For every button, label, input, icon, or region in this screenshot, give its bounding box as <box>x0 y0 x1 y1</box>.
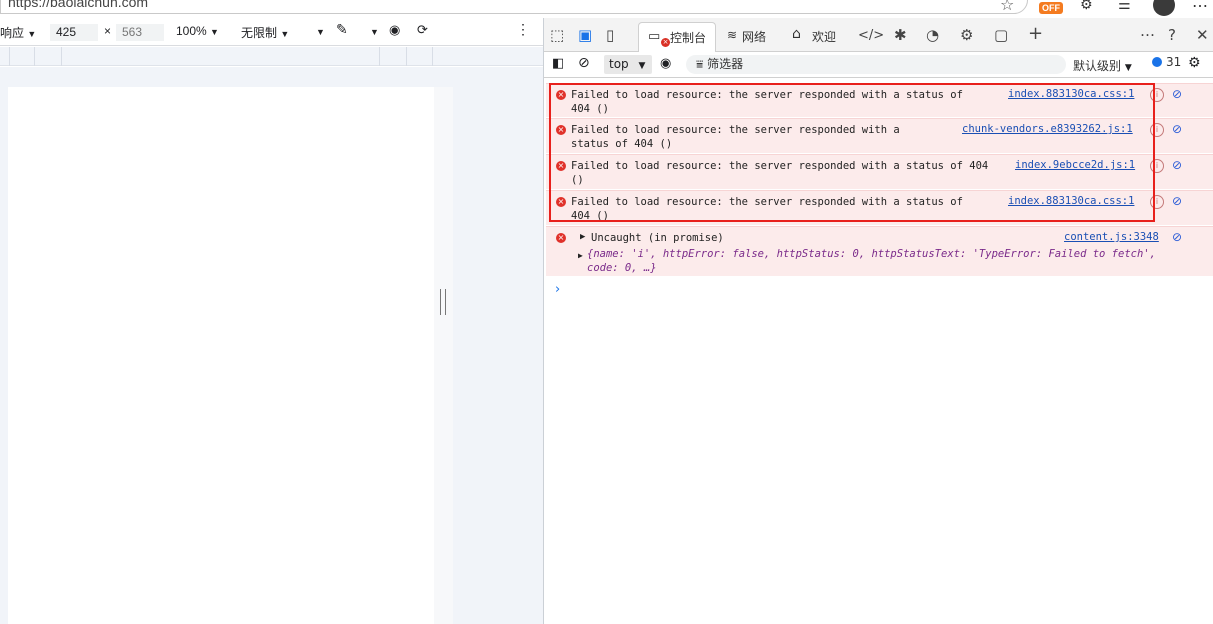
log-level-label: 默认级别 <box>1073 59 1122 73</box>
copilot-explain-icon[interactable]: ⊘ <box>1172 122 1182 136</box>
copilot-explain-icon[interactable]: ⊘ <box>1172 87 1182 101</box>
filter-input[interactable]: ⩸ 筛选器 <box>686 55 1066 74</box>
tab-console-label: 控制台 <box>670 31 707 45</box>
filter-placeholder: 筛选器 <box>707 57 744 71</box>
throttle-select[interactable]: 无限制 ▼ <box>241 24 289 41</box>
filter-icon: ⩸ <box>696 57 704 71</box>
console-toolbar: ◧ ⊘ top ▼ ◉ ⩸ 筛选器 默认级别 ▼ 31 ⚙ <box>544 52 1213 78</box>
width-input[interactable]: 425 <box>50 24 98 41</box>
context-select[interactable]: top ▼ <box>604 55 652 74</box>
copilot-explain-icon[interactable]: ⊘ <box>1172 194 1182 208</box>
chevron-down-icon: ▼ <box>1124 63 1132 73</box>
chevron-down-icon[interactable]: ▼ <box>370 24 379 38</box>
tab-welcome[interactable]: 欢迎 <box>812 28 836 45</box>
tab-network[interactable]: 网络 <box>742 28 766 45</box>
close-icon[interactable]: ✕ <box>1196 26 1209 44</box>
home-icon: ⌂ <box>792 26 801 42</box>
emulation-viewport <box>0 67 543 624</box>
application-icon[interactable]: ▢ <box>994 26 1008 44</box>
help-icon[interactable]: ? <box>1168 26 1176 44</box>
inspect-icon[interactable]: ⬚ <box>550 26 564 44</box>
error-badge-icon: × <box>661 38 670 47</box>
dock-icon[interactable]: ▯ <box>606 26 614 44</box>
resize-handle[interactable] <box>440 289 446 315</box>
console-uncaught-row[interactable]: × ▶ Uncaught (in promise) content.js:334… <box>546 226 1213 276</box>
chevron-down-icon: ▼ <box>27 29 37 39</box>
device-toolbar: 响应 ▼ 425 × 563 100% ▼ 无限制 ▼ ▼ ✎ ▼ ◉ ⟳ ⋮ <box>0 18 543 46</box>
performance-icon[interactable]: ◔ <box>926 26 939 44</box>
chevron-down-icon[interactable]: ▼ <box>316 24 325 38</box>
copilot-explain-icon[interactable]: ⊘ <box>1172 158 1182 172</box>
more-options-icon[interactable]: ⋮ <box>516 21 530 38</box>
chevron-down-icon: ▼ <box>210 27 219 37</box>
emulated-page <box>8 87 434 624</box>
height-input[interactable]: 563 <box>116 24 164 41</box>
star-icon[interactable]: ☆ <box>1000 0 1014 14</box>
eye-icon[interactable]: ◉ <box>389 22 400 38</box>
clear-console-icon[interactable]: ⊘ <box>578 55 590 71</box>
log-level-select[interactable]: 默认级别 ▼ <box>1073 57 1132 74</box>
emulation-ruler <box>0 47 543 66</box>
puzzle-icon[interactable]: ⚙ <box>1080 0 1093 13</box>
favorites-icon[interactable]: ☰ <box>1118 0 1131 13</box>
device-mode-select[interactable]: 响应 ▼ <box>0 24 36 41</box>
more-icon[interactable]: … <box>1192 0 1209 11</box>
error-object-line2: code: 0, …} <box>587 262 657 274</box>
address-strip: https://baolaichun.com ☆ OFF ⚙ ☰ … <box>0 0 1213 18</box>
highlight-box <box>549 83 1155 222</box>
console-icon: ▭ <box>648 29 661 44</box>
message-icon <box>1152 57 1162 67</box>
live-expression-icon[interactable]: ◉ <box>660 56 671 71</box>
times-sign: × <box>104 24 112 38</box>
add-tab-icon[interactable]: + <box>1028 23 1043 44</box>
error-object-line1: {name: 'i', httpError: false, httpStatus… <box>587 248 1156 260</box>
network-wifi-icon: ≋ <box>727 28 738 42</box>
message-count-value: 31 <box>1166 55 1182 69</box>
memory-icon[interactable]: ⚙ <box>960 26 973 44</box>
device-toggle-icon[interactable]: ▣ <box>578 26 592 44</box>
address-bar[interactable] <box>0 0 1028 14</box>
context-label: top <box>609 57 629 71</box>
zoom-label: 100% <box>176 24 207 38</box>
extension-off-badge[interactable]: OFF <box>1039 2 1063 14</box>
throttle-label: 无限制 <box>241 26 278 40</box>
settings-gear-icon[interactable]: ⚙ <box>1188 55 1201 71</box>
uncaught-label: Uncaught (in promise) <box>591 232 724 244</box>
sources-icon[interactable]: </> <box>858 28 884 43</box>
emulated-page-scrollbar[interactable] <box>434 87 453 624</box>
device-mode-label: 响应 <box>0 26 25 40</box>
tab-console[interactable]: ▭ 控制台 <box>638 22 716 52</box>
source-link[interactable]: content.js:3348 <box>1064 231 1159 243</box>
chevron-down-icon: ▼ <box>638 61 646 71</box>
chevron-down-icon: ▼ <box>280 29 290 39</box>
rotate-icon[interactable]: ⟳ <box>417 22 428 38</box>
more-tabs-icon[interactable]: … <box>1140 22 1155 40</box>
expand-triangle-icon[interactable]: ▶ <box>580 232 585 242</box>
zoom-select[interactable]: 100% ▼ <box>176 24 219 38</box>
console-prompt[interactable]: › <box>555 282 560 297</box>
copilot-explain-icon[interactable]: ⊘ <box>1172 230 1182 244</box>
eyedropper-icon[interactable]: ✎ <box>336 21 348 38</box>
bug-icon[interactable]: ✱ <box>894 26 907 44</box>
message-count[interactable]: 31 <box>1152 55 1181 69</box>
error-object[interactable]: {name: 'i', httpError: false, httpStatus… <box>587 247 1156 275</box>
error-icon: × <box>556 233 566 243</box>
sidebar-toggle-icon[interactable]: ◧ <box>552 56 564 71</box>
expand-triangle-icon[interactable]: ▶ <box>578 251 583 260</box>
address-url[interactable]: https://baolaichun.com <box>8 0 148 10</box>
avatar[interactable] <box>1153 0 1175 16</box>
